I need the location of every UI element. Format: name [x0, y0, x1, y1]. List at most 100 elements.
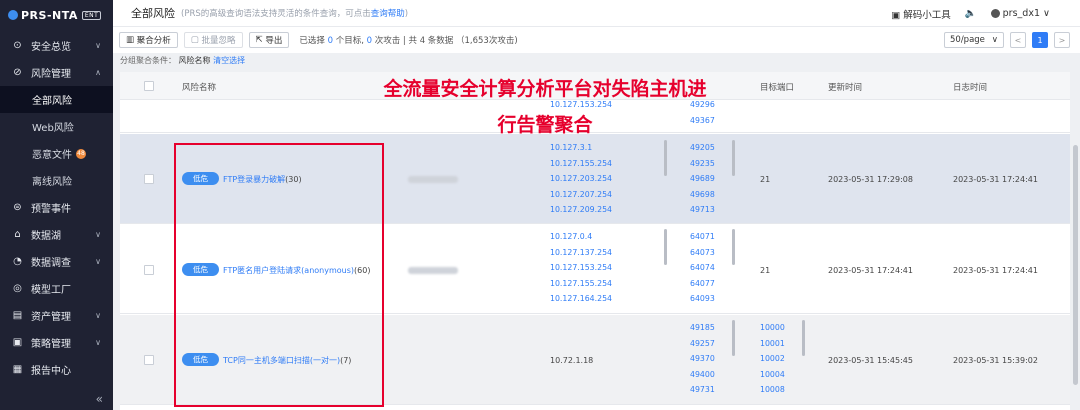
source-port[interactable]: 49698 — [690, 187, 715, 203]
log-time: 2023-05-31 15:39:02 — [953, 356, 1038, 365]
chevron-down-icon: ∨ — [95, 257, 101, 266]
target-port-list: 10000 10001 10002 10004 10008 — [760, 320, 785, 398]
source-port[interactable]: 64093 — [690, 291, 715, 307]
page-size-select[interactable]: 50/page ∨ — [944, 32, 1004, 48]
column-target-port: 目标端口 — [760, 83, 795, 93]
sidebar-item-label: 数据调查 — [31, 258, 71, 269]
source-port[interactable]: 64073 — [690, 245, 715, 261]
cell-scrollbar[interactable] — [732, 229, 735, 265]
prev-page-button[interactable]: < — [1010, 32, 1026, 48]
clear-selection-link[interactable]: 清空选择 — [213, 56, 245, 65]
chevron-down-icon: ∨ — [1043, 8, 1050, 19]
source-port[interactable]: 49370 — [690, 351, 715, 367]
cell-scrollbar[interactable] — [732, 320, 735, 356]
target-port[interactable]: 10001 — [760, 336, 785, 352]
source-ip[interactable]: 10.127.137.254 — [550, 245, 612, 261]
sidebar-item-model-factory[interactable]: ◎ 模型工厂 — [0, 275, 113, 302]
aggregate-button[interactable]: ▥ 聚合分析 — [119, 32, 178, 48]
select-all-checkbox[interactable] — [144, 81, 154, 91]
chevron-down-icon: ∨ — [991, 35, 998, 45]
source-port[interactable]: 64077 — [690, 276, 715, 292]
cell-scrollbar[interactable] — [732, 140, 735, 176]
sidebar-item-malicious-files[interactable]: 恶意文件 48 — [0, 140, 113, 167]
source-port[interactable]: 49257 — [690, 336, 715, 352]
source-ip[interactable]: 10.127.207.254 — [550, 187, 612, 203]
sidebar-item-web-risks[interactable]: Web风险 — [0, 113, 113, 140]
batch-ignore-button[interactable]: ▢ 批量忽略 — [183, 32, 243, 48]
source-port[interactable]: 49185 — [690, 320, 715, 336]
user-menu[interactable]: prs_dx1 ∨ — [990, 8, 1050, 19]
target-port[interactable]: 10000 — [760, 320, 785, 336]
toolbox-icon: ▣ — [891, 9, 901, 21]
app-logo[interactable]: PRS-NTA ENT — [0, 0, 113, 30]
source-port[interactable]: 49205 — [690, 140, 715, 156]
row-checkbox[interactable] — [144, 174, 154, 184]
speaker-icon[interactable]: 🔈 — [965, 8, 977, 19]
page-scrollbar[interactable] — [1073, 145, 1078, 385]
source-ip[interactable]: 10.127.155.254 — [550, 156, 612, 172]
collapse-sidebar-icon[interactable]: « — [96, 392, 103, 406]
sidebar-item-alerts[interactable]: ⊜ 预警事件 — [0, 194, 113, 221]
toolbar: ▥ 聚合分析 ▢ 批量忽略 ⇱ 导出 已选择 0 个目标, 0 次攻击 | 共 … — [113, 27, 1080, 53]
annotation-line: 全流量安全计算分析平台对失陷主机进 — [383, 78, 707, 100]
group-filter: 分组聚合条件： 风险名称 清空选择 — [120, 55, 245, 66]
column-update-time: 更新时间 — [828, 83, 863, 93]
source-ip[interactable]: 10.127.164.254 — [550, 291, 612, 307]
sidebar-item-label: 策略管理 — [31, 339, 71, 350]
source-port-list: 49185 49257 49370 49400 49731 — [690, 320, 715, 398]
target-port[interactable]: 10008 — [760, 382, 785, 398]
decode-tool[interactable]: ▣ 解码小工具 — [891, 7, 951, 21]
cell-scrollbar[interactable] — [664, 229, 667, 265]
sidebar-item-reports[interactable]: ▦ 报告中心 — [0, 356, 113, 383]
target-port[interactable]: 10002 — [760, 351, 785, 367]
source-port[interactable]: 64071 — [690, 229, 715, 245]
source-ip[interactable]: 10.127.209.254 — [550, 202, 612, 218]
source-port[interactable]: 49235 — [690, 156, 715, 172]
chevron-down-icon: ∨ — [95, 41, 101, 50]
source-ip[interactable]: 10.72.1.18 — [550, 356, 593, 365]
row-checkbox[interactable] — [144, 355, 154, 365]
home-icon: ⌂ — [14, 229, 21, 240]
source-port[interactable]: 49731 — [690, 382, 715, 398]
current-page-button[interactable]: 1 — [1032, 32, 1048, 48]
header: 全部风险 (PRS的高级查询语法支持灵活的条件查询，可点击查询帮助) ▣ 解码小… — [113, 0, 1080, 27]
sidebar-item-all-risks[interactable]: 全部风险 — [0, 86, 113, 113]
log-time: 2023-05-31 17:24:41 — [953, 266, 1038, 275]
sidebar-item-overview[interactable]: ⊙ 安全总览 ∨ — [0, 32, 113, 59]
selected-attacks-count: 0 — [366, 36, 373, 46]
sidebar-item-data-lake[interactable]: ⌂ 数据湖 ∨ — [0, 221, 113, 248]
export-button[interactable]: ⇱ 导出 — [248, 32, 290, 48]
chevron-up-icon: ∧ — [95, 68, 101, 77]
hint-text-end: ) — [404, 9, 409, 19]
source-ip[interactable]: 10.127.203.254 — [550, 171, 612, 187]
source-ip[interactable]: 10.127.3.1 — [550, 140, 612, 156]
sidebar: PRS-NTA ENT ⊙ 安全总览 ∨ ⊘ 风险管理 ∧ 全部风险 Web风险… — [0, 0, 113, 410]
next-page-button[interactable]: > — [1054, 32, 1070, 48]
source-port[interactable]: 49713 — [690, 202, 715, 218]
annotation-line: 行告警聚合 — [497, 114, 593, 136]
source-port[interactable]: 49689 — [690, 171, 715, 187]
update-time: 2023-05-31 17:29:08 — [828, 175, 913, 184]
source-port[interactable]: 64074 — [690, 260, 715, 276]
cell-scrollbar[interactable] — [802, 320, 805, 356]
source-ip[interactable]: 10.127.155.254 — [550, 276, 612, 292]
query-help-link[interactable]: 查询帮助 — [371, 9, 405, 19]
target-port[interactable]: 10004 — [760, 367, 785, 383]
sidebar-item-label: 恶意文件 — [32, 150, 72, 161]
update-time: 2023-05-31 17:24:41 — [828, 266, 913, 275]
sidebar-item-investigation[interactable]: ◔ 数据调查 ∨ — [0, 248, 113, 275]
source-port[interactable]: 49400 — [690, 367, 715, 383]
sidebar-item-assets[interactable]: ▤ 资产管理 ∨ — [0, 302, 113, 329]
batch-ignore-label: 批量忽略 — [201, 36, 236, 46]
row-checkbox[interactable] — [144, 265, 154, 275]
source-ip[interactable]: 10.127.0.4 — [550, 229, 612, 245]
sidebar-item-label: 预警事件 — [31, 204, 71, 215]
sidebar-item-risk-management[interactable]: ⊘ 风险管理 ∧ — [0, 59, 113, 86]
sidebar-item-label: 风险管理 — [31, 69, 71, 80]
edition-badge: ENT — [81, 10, 102, 20]
sidebar-item-offline-risks[interactable]: 离线风险 — [0, 167, 113, 194]
sidebar-item-policies[interactable]: ▣ 策略管理 ∨ — [0, 329, 113, 356]
aggregate-label: 聚合分析 — [136, 36, 171, 46]
cell-scrollbar[interactable] — [664, 140, 667, 176]
source-ip[interactable]: 10.127.153.254 — [550, 260, 612, 276]
